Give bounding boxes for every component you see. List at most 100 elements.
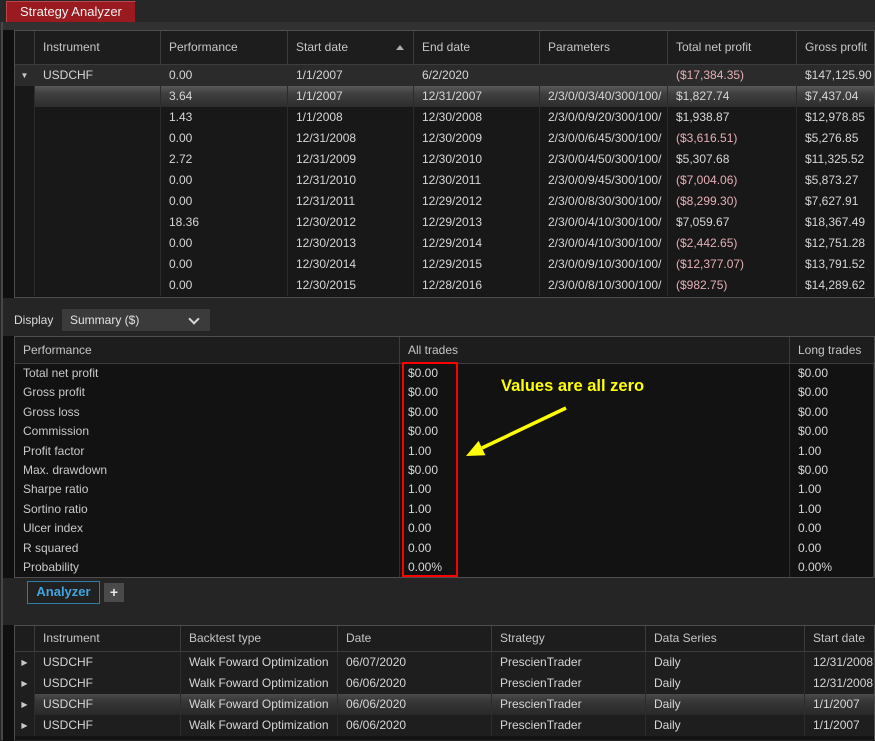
backtest-row[interactable]: ▶ USDCHF Walk Foward Optimization 06/07/… [15, 652, 874, 673]
cell-parameters: 2/3/0/0/4/10/300/100/ [540, 212, 668, 233]
cell-all-trades-value: $0.00 [400, 402, 790, 423]
row-expander-icon[interactable] [15, 86, 35, 107]
column-header-date[interactable]: Date [338, 626, 492, 651]
add-tab-button[interactable]: + [104, 583, 124, 602]
column-header-all-trades[interactable]: All trades [400, 337, 790, 363]
column-header-backtest-type[interactable]: Backtest type [181, 626, 338, 651]
table-row[interactable]: 18.36 12/30/2012 12/29/2013 2/3/0/0/4/10… [15, 212, 874, 233]
cell-all-trades-value: $0.00 [400, 460, 790, 481]
tab-analyzer[interactable]: Analyzer [27, 581, 100, 604]
summary-row[interactable]: Profit factor 1.00 1.00 [15, 441, 874, 461]
column-header-end-date[interactable]: End date [414, 31, 540, 64]
summary-row[interactable]: Max. drawdown $0.00 $0.00 [15, 460, 874, 481]
cell-long-trades-value: 0.00 [790, 538, 874, 558]
table-row[interactable]: ▼ USDCHF 0.00 1/1/2007 6/2/2020 ($17,384… [15, 65, 874, 86]
table-row[interactable]: 0.00 12/31/2011 12/29/2012 2/3/0/0/8/30/… [15, 191, 874, 212]
display-dropdown[interactable]: Summary ($) [62, 309, 210, 331]
cell-long-trades-value: 0.00% [790, 557, 874, 578]
column-header-instrument[interactable]: Instrument [35, 31, 161, 64]
column-header-start-date[interactable]: Start date [805, 626, 874, 651]
cell-start-date: 1/1/2007 [288, 86, 414, 107]
column-header-instrument[interactable]: Instrument [35, 626, 181, 651]
column-header-gross-profit[interactable]: Gross profit [797, 31, 874, 64]
cell-performance: 18.36 [161, 212, 288, 233]
summary-row[interactable]: Commission $0.00 $0.00 [15, 422, 874, 442]
column-header-start-date[interactable]: Start date [288, 31, 414, 64]
row-expander-icon[interactable] [15, 275, 35, 296]
cell-all-trades-value: $0.00 [400, 422, 790, 442]
table-row[interactable]: 2.72 12/31/2009 12/30/2010 2/3/0/0/4/50/… [15, 149, 874, 170]
cell-date: 06/06/2020 [338, 694, 492, 715]
cell-data-series: Daily [646, 652, 805, 673]
cell-end-date: 12/30/2009 [414, 128, 540, 149]
summary-row[interactable]: R squared 0.00 0.00 [15, 538, 874, 558]
summary-row[interactable]: Total net profit $0.00 $0.00 [15, 364, 874, 384]
column-header-parameters[interactable]: Parameters [540, 31, 668, 64]
cell-gross-profit: $12,978.85 [797, 107, 874, 128]
cell-metric-name: Max. drawdown [15, 460, 400, 481]
summary-row[interactable]: Probability 0.00% 0.00% [15, 557, 874, 578]
cell-long-trades-value: 0.00 [790, 519, 874, 539]
summary-row[interactable]: Sharpe ratio 1.00 1.00 [15, 480, 874, 500]
cell-gross-profit: $5,873.27 [797, 170, 874, 191]
cell-gross-profit: $12,751.28 [797, 233, 874, 254]
column-header-long-trades[interactable]: Long trades [790, 337, 874, 363]
cell-long-trades-value: 1.00 [790, 480, 874, 500]
cell-parameters: 2/3/0/0/6/45/300/100/ [540, 128, 668, 149]
row-expander-icon[interactable] [15, 254, 35, 275]
column-header-total-net-profit[interactable]: Total net profit [668, 31, 797, 64]
backtest-row[interactable]: ▶ USDCHF Walk Foward Optimization 06/06/… [15, 694, 874, 715]
cell-instrument [35, 170, 161, 191]
row-expander-icon[interactable]: ▶ [15, 694, 35, 715]
cell-metric-name: R squared [15, 538, 400, 558]
row-expander-icon[interactable] [15, 170, 35, 191]
summary-row[interactable]: Sortino ratio 1.00 1.00 [15, 499, 874, 520]
cell-end-date: 12/28/2016 [414, 275, 540, 296]
window-title-tab[interactable]: Strategy Analyzer [6, 1, 136, 22]
cell-long-trades-value: $0.00 [790, 460, 874, 481]
summary-row[interactable]: Gross loss $0.00 $0.00 [15, 402, 874, 423]
table-row[interactable]: 0.00 12/31/2008 12/30/2009 2/3/0/0/6/45/… [15, 128, 874, 149]
column-header-performance-metric[interactable]: Performance [15, 337, 400, 363]
cell-end-date: 12/29/2012 [414, 191, 540, 212]
toolbar-band [0, 22, 875, 30]
cell-instrument: USDCHF [35, 673, 181, 694]
table-row[interactable]: 0.00 12/31/2010 12/30/2011 2/3/0/0/9/45/… [15, 170, 874, 191]
row-expander-icon[interactable] [15, 212, 35, 233]
backtests-table-body: ▶ USDCHF Walk Foward Optimization 06/07/… [15, 652, 874, 736]
table-row[interactable]: 0.00 12/30/2013 12/29/2014 2/3/0/0/4/10/… [15, 233, 874, 254]
row-expander-icon[interactable]: ▶ [15, 652, 35, 673]
backtest-row[interactable]: ▶ USDCHF Walk Foward Optimization 06/06/… [15, 715, 874, 736]
row-expander-icon[interactable]: ▶ [15, 673, 35, 694]
row-expander-icon[interactable] [15, 233, 35, 254]
column-header-data-series[interactable]: Data Series [646, 626, 805, 651]
cell-backtest-type: Walk Foward Optimization [181, 673, 338, 694]
row-expander-icon[interactable] [15, 107, 35, 128]
table-row[interactable]: 0.00 12/30/2015 12/28/2016 2/3/0/0/8/10/… [15, 275, 874, 296]
cell-total-net-profit: ($3,616.51) [668, 128, 797, 149]
summary-row[interactable]: Ulcer index 0.00 0.00 [15, 519, 874, 539]
cell-all-trades-value: $0.00 [400, 364, 790, 384]
summary-row[interactable]: Gross profit $0.00 $0.00 [15, 383, 874, 403]
cell-gross-profit: $11,325.52 [797, 149, 874, 170]
column-header-performance[interactable]: Performance [161, 31, 288, 64]
summary-header-row: Performance All trades Long trades [15, 337, 874, 364]
cell-backtest-type: Walk Foward Optimization [181, 694, 338, 715]
cell-data-series: Daily [646, 673, 805, 694]
row-expander-icon[interactable] [15, 149, 35, 170]
cell-all-trades-value: 0.00 [400, 538, 790, 558]
row-expander-icon[interactable] [15, 128, 35, 149]
cell-parameters [540, 65, 668, 86]
row-expander-icon[interactable]: ▼ [15, 65, 35, 86]
cell-parameters: 2/3/0/0/4/50/300/100/ [540, 149, 668, 170]
cell-metric-name: Ulcer index [15, 519, 400, 539]
cell-gross-profit: $18,367.49 [797, 212, 874, 233]
row-expander-icon[interactable] [15, 191, 35, 212]
table-row[interactable]: 0.00 12/30/2014 12/29/2015 2/3/0/0/9/10/… [15, 254, 874, 275]
table-row[interactable]: 1.43 1/1/2008 12/30/2008 2/3/0/0/9/20/30… [15, 107, 874, 128]
table-row[interactable]: 3.64 1/1/2007 12/31/2007 2/3/0/0/3/40/30… [15, 86, 874, 107]
backtest-row[interactable]: ▶ USDCHF Walk Foward Optimization 06/06/… [15, 673, 874, 694]
column-header-strategy[interactable]: Strategy [492, 626, 646, 651]
cell-total-net-profit: ($2,442.65) [668, 233, 797, 254]
row-expander-icon[interactable]: ▶ [15, 715, 35, 736]
